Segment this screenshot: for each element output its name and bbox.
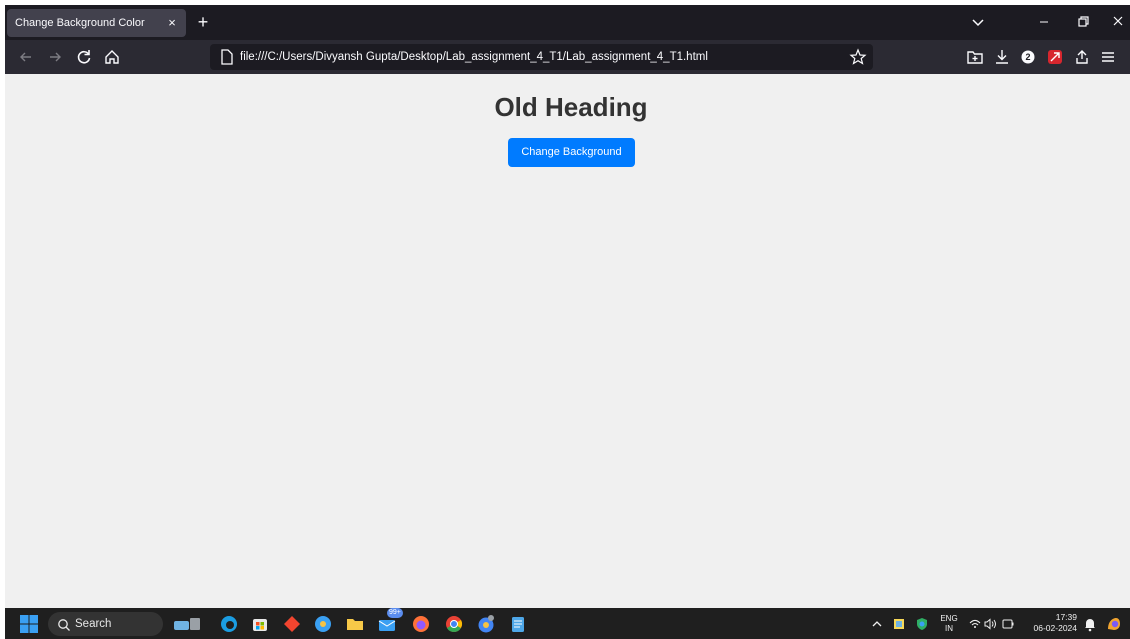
pdf-icon[interactable] [1045, 47, 1065, 67]
copilot-icon[interactable] [1104, 614, 1124, 634]
address-bar[interactable]: file:///C:/Users/Divyansh Gupta/Desktop/… [210, 44, 873, 70]
sticky-notes-tray-icon[interactable] [889, 614, 909, 634]
defender-tray-icon[interactable] [912, 614, 932, 634]
back-icon[interactable] [15, 46, 37, 68]
widgets-icon[interactable] [173, 614, 201, 634]
url-text: file:///C:/Users/Divyansh Gupta/Desktop/… [240, 51, 708, 63]
close-window-icon[interactable] [1106, 12, 1130, 32]
clock-date: 06-02-2024 [1033, 623, 1077, 633]
notifications-bell-icon[interactable] [1080, 614, 1100, 634]
firefox-icon[interactable] [411, 614, 431, 634]
change-background-button[interactable]: Change Background [508, 138, 635, 167]
tab-close-icon[interactable]: × [164, 9, 180, 37]
search-label: Search [75, 618, 112, 630]
minimize-icon[interactable] [1032, 12, 1056, 32]
git-diamond-icon[interactable] [282, 614, 302, 634]
network-sound-battery-group[interactable] [967, 614, 1015, 634]
restore-icon[interactable] [1071, 12, 1095, 32]
microsoft-store-icon[interactable] [250, 614, 270, 634]
tab-strip: Change Background Color × + [5, 5, 1130, 40]
language-code: ENG [940, 614, 958, 623]
share-icon[interactable] [1072, 47, 1092, 67]
browser-window: Change Background Color × + file:///C:/U… [5, 5, 1130, 639]
save-to-pocket-icon[interactable] [965, 47, 985, 67]
new-tab-button[interactable]: + [193, 10, 213, 34]
list-all-tabs-icon[interactable] [967, 12, 989, 32]
extension-badge-count: 2 [1025, 52, 1031, 62]
bookmark-star-icon[interactable] [849, 48, 867, 66]
clock-time: 17:39 [1055, 612, 1077, 622]
edge-icon[interactable] [219, 614, 239, 634]
search-icon [57, 617, 71, 631]
region-code: IN [945, 624, 953, 633]
tab-change-background-color[interactable]: Change Background Color × [7, 9, 186, 37]
language-indicator[interactable]: ENG IN [939, 614, 959, 634]
page-heading: Old Heading [494, 92, 648, 122]
extension-icon[interactable]: 2 [1018, 47, 1038, 67]
menu-icon[interactable] [1098, 47, 1118, 67]
mail-badge: 99+ [387, 608, 403, 618]
chrome-dev-icon[interactable] [476, 614, 496, 634]
reload-icon[interactable] [73, 46, 95, 68]
page-icon [220, 49, 234, 65]
forward-icon[interactable] [44, 46, 66, 68]
navigation-toolbar: file:///C:/Users/Divyansh Gupta/Desktop/… [5, 40, 1130, 74]
settings-app-icon[interactable] [313, 614, 333, 634]
notepad-icon[interactable] [508, 614, 528, 634]
show-hidden-icons-icon[interactable] [867, 614, 887, 634]
downloads-icon[interactable] [992, 47, 1012, 67]
chrome-icon[interactable] [444, 614, 464, 634]
clock[interactable]: 17:39 06-02-2024 [1025, 612, 1077, 634]
mail-icon[interactable]: 99+ [377, 608, 403, 634]
page-content: Old Heading Change Background [5, 74, 1130, 608]
taskbar-search[interactable]: Search [48, 612, 163, 636]
taskbar: Search 99+ ENG IN 17:39 06-02-2024 [5, 608, 1130, 639]
home-icon[interactable] [101, 46, 123, 68]
windows-start-icon[interactable] [20, 615, 38, 633]
file-explorer-icon[interactable] [345, 614, 365, 634]
tab-title: Change Background Color [15, 17, 145, 29]
